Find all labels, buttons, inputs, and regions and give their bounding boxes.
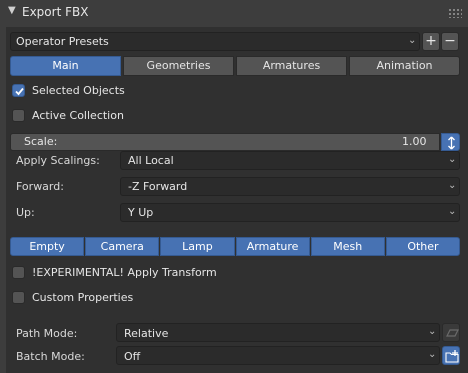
batch-mode-value: Off bbox=[124, 350, 141, 363]
checkmark-icon bbox=[15, 87, 24, 96]
path-mode-value: Relative bbox=[124, 327, 169, 340]
tab-geometries[interactable]: Geometries bbox=[123, 56, 234, 76]
operator-presets-label: Operator Presets bbox=[16, 35, 109, 48]
custom-properties-label: Custom Properties bbox=[32, 291, 134, 304]
object-type-camera[interactable]: Camera bbox=[85, 237, 160, 256]
embed-textures-button[interactable] bbox=[442, 323, 460, 342]
chevron-down-icon: ⌄ bbox=[448, 180, 457, 191]
batch-mode-dropdown[interactable] bbox=[116, 346, 440, 365]
scale-value: 1.00 bbox=[402, 135, 427, 148]
apply-scalings-label: Apply Scalings: bbox=[16, 154, 100, 167]
new-folder-icon bbox=[445, 350, 459, 363]
embed-textures-icon bbox=[446, 329, 459, 337]
path-mode-label: Path Mode: bbox=[16, 327, 78, 340]
batch-mode-label: Batch Mode: bbox=[16, 350, 85, 363]
forward-label: Forward: bbox=[16, 180, 64, 193]
object-type-lamp[interactable]: Lamp bbox=[160, 237, 235, 256]
object-types-toggle-row: Empty Camera Lamp Armature Mesh Other bbox=[10, 237, 461, 256]
chevron-down-icon: ⌄ bbox=[428, 349, 437, 360]
object-type-mesh[interactable]: Mesh bbox=[310, 237, 385, 256]
swap-vertical-icon bbox=[448, 136, 455, 150]
tab-armatures[interactable]: Armatures bbox=[236, 56, 347, 76]
object-type-other[interactable]: Other bbox=[385, 237, 461, 256]
chevron-down-icon: ⌄ bbox=[428, 326, 437, 337]
selected-objects-checkbox[interactable] bbox=[12, 84, 25, 97]
object-type-empty[interactable]: Empty bbox=[10, 237, 85, 256]
up-dropdown[interactable] bbox=[120, 203, 460, 222]
panel-title: Export FBX bbox=[22, 5, 89, 19]
scale-label: Scale: bbox=[24, 135, 58, 148]
active-collection-label: Active Collection bbox=[32, 109, 124, 122]
forward-value: -Z Forward bbox=[128, 180, 188, 193]
scale-field[interactable] bbox=[10, 133, 440, 151]
remove-preset-button[interactable]: − bbox=[441, 32, 459, 51]
chevron-down-icon: ⌄ bbox=[408, 35, 417, 46]
selected-objects-label: Selected Objects bbox=[32, 84, 125, 97]
batch-own-dir-button[interactable] bbox=[442, 346, 460, 365]
chevron-down-icon: ⌄ bbox=[448, 154, 457, 165]
chevron-down-icon: ⌄ bbox=[448, 206, 457, 217]
object-type-armature[interactable]: Armature bbox=[235, 237, 310, 256]
drag-grip-icon[interactable] bbox=[448, 8, 462, 18]
tab-animation[interactable]: Animation bbox=[349, 56, 460, 76]
custom-properties-checkbox[interactable] bbox=[12, 291, 25, 304]
tab-bar: Main Geometries Armatures Animation bbox=[10, 56, 460, 76]
up-value: Y Up bbox=[128, 206, 154, 219]
use-space-transform-button[interactable] bbox=[441, 133, 460, 151]
panel-body bbox=[6, 27, 468, 373]
active-collection-checkbox[interactable] bbox=[12, 109, 25, 122]
up-label: Up: bbox=[16, 206, 35, 219]
add-preset-button[interactable]: + bbox=[422, 32, 440, 51]
collapse-triangle-icon[interactable]: ▼ bbox=[8, 5, 16, 16]
tab-main[interactable]: Main bbox=[10, 56, 121, 76]
apply-transform-label: !EXPERIMENTAL! Apply Transform bbox=[32, 266, 217, 279]
apply-scalings-value: All Local bbox=[128, 154, 174, 167]
apply-transform-checkbox[interactable] bbox=[12, 266, 25, 279]
